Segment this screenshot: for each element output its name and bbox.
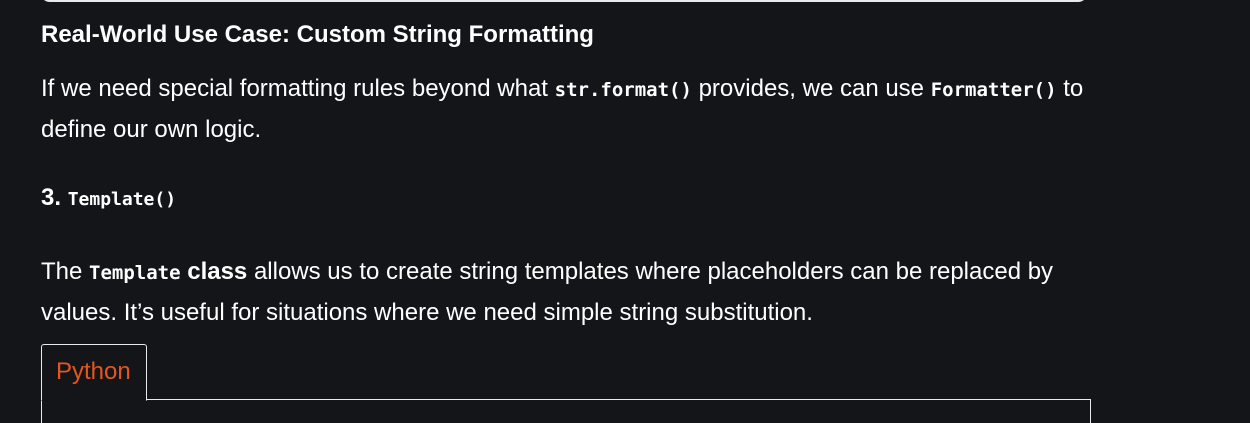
inline-code-str-format: str.format() (554, 79, 692, 101)
tab-python-label: Python (56, 358, 131, 385)
previous-code-block-edge (40, 0, 1088, 2)
formatter-text-2: provides, we can use (691, 75, 931, 102)
formatter-text-1: If we need special formatting rules beyo… (41, 75, 555, 102)
template-heading-number: 3. (41, 184, 62, 211)
code-block-container (41, 399, 1091, 423)
page: Real-World Use Case: Custom String Forma… (0, 0, 1250, 423)
template-bold-class: class (180, 258, 248, 285)
template-paragraph: The Template class allows us to create s… (41, 252, 1101, 332)
formatter-paragraph: If we need special formatting rules beyo… (41, 69, 1101, 149)
use-case-heading: Real-World Use Case: Custom String Forma… (41, 21, 594, 48)
template-text-1: The (41, 258, 90, 285)
inline-code-template: Template (89, 262, 181, 284)
template-heading: 3. Template() (41, 183, 176, 215)
template-heading-code: Template() (67, 189, 177, 210)
inline-code-formatter: Formatter() (930, 79, 1057, 101)
tab-python[interactable]: Python (41, 344, 147, 401)
